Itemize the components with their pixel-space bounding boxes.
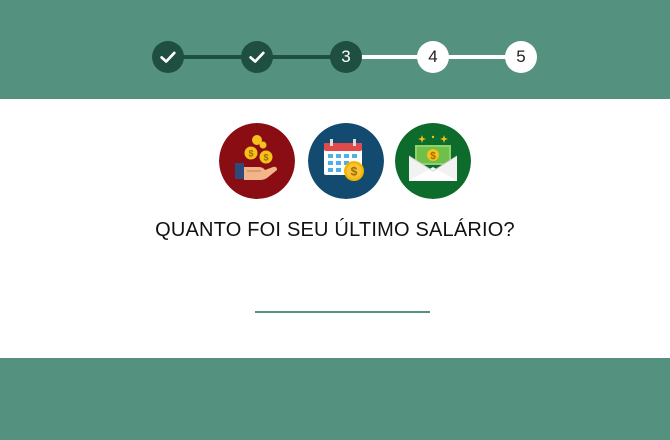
step-2 — [241, 41, 273, 73]
calendar-coin-icon: $ — [308, 123, 384, 199]
illustration-row: $ $ $ $ — [0, 123, 670, 199]
hand-coins-icon: $ $ — [219, 123, 295, 199]
svg-text:$: $ — [263, 153, 268, 163]
step-4: 4 — [417, 41, 449, 73]
salary-input[interactable] — [255, 285, 430, 313]
check-icon — [249, 51, 265, 63]
step-1 — [152, 41, 184, 73]
check-icon — [160, 51, 176, 63]
step-5-label: 5 — [516, 47, 526, 66]
svg-text:$: $ — [430, 151, 436, 162]
footer-band — [0, 358, 670, 440]
question-title: QUANTO FOI SEU ÚLTIMO SALÁRIO? — [155, 219, 515, 241]
svg-text:$: $ — [351, 165, 358, 179]
step-3-label: 3 — [341, 47, 351, 66]
money-envelope-icon: $ — [395, 123, 471, 199]
step-3: 3 — [330, 41, 362, 73]
progress-stepper: 3 4 5 — [0, 0, 670, 99]
svg-text:$: $ — [248, 149, 253, 159]
step-5: 5 — [505, 41, 537, 73]
step-4-label: 4 — [428, 47, 438, 66]
